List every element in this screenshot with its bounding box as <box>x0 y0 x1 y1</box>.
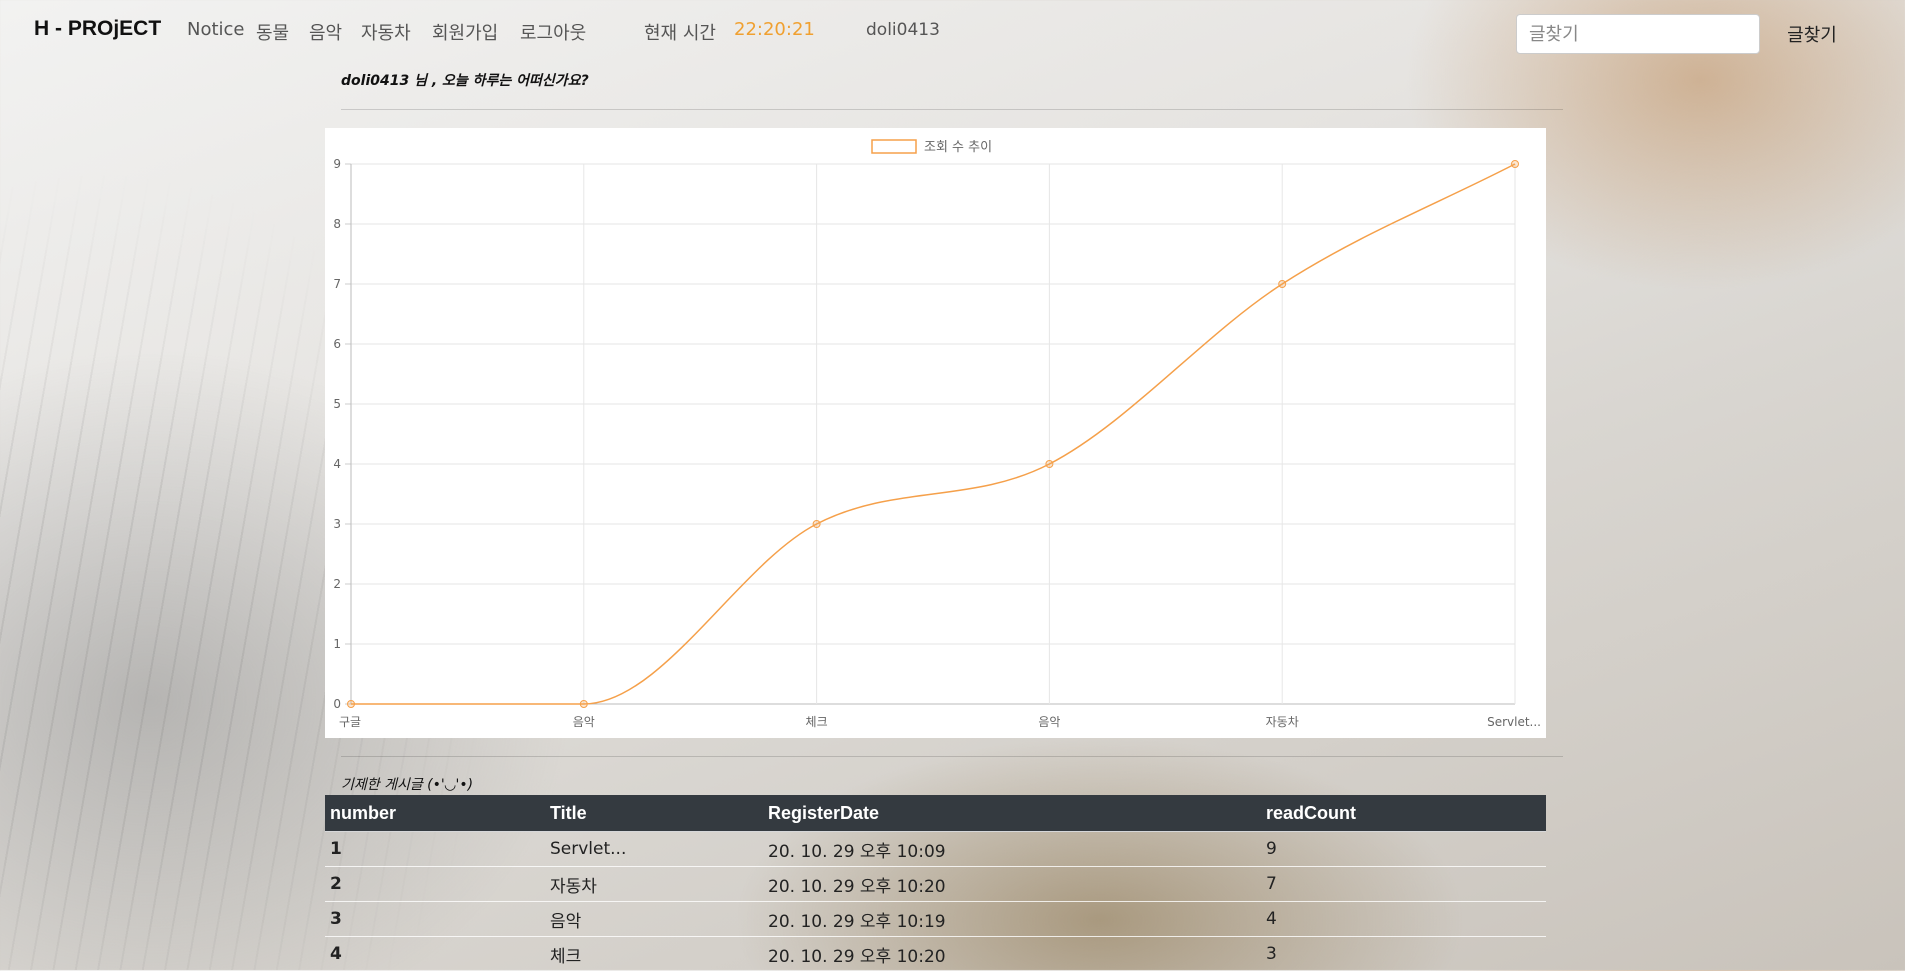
y-tick-label: 6 <box>333 337 341 351</box>
current-time-value: 22:20:21 <box>734 19 815 40</box>
cell-register-date: 20. 10. 29 오후 10:19 <box>763 902 1261 937</box>
cell-read-count: 9 <box>1261 832 1546 867</box>
y-tick-label: 4 <box>333 457 341 471</box>
cell-register-date: 20. 10. 29 오후 10:20 <box>763 937 1261 971</box>
x-tick-label: 음악 <box>1038 715 1060 729</box>
cell-title[interactable]: 음악 <box>545 902 763 937</box>
y-tick-label: 9 <box>333 157 341 171</box>
table-row[interactable]: 3 음악 20. 10. 29 오후 10:19 4 <box>325 902 1546 937</box>
greeting-text: doli0413 님 , 오늘 하루는 어떠신가요? <box>341 70 589 90</box>
x-tick-label: 자동차 <box>1266 715 1299 729</box>
x-tick-label: 체크 <box>806 715 828 729</box>
line-chart: 0 1 2 3 4 5 6 7 8 9 구글 음악 체크 음악 자동차 Servlet... 조회 수 추이 <box>325 128 1546 738</box>
table-row[interactable]: 4 체크 20. 10. 29 오후 10:20 3 <box>325 937 1546 971</box>
cell-number: 4 <box>325 937 545 971</box>
y-tick-label: 0 <box>333 697 341 711</box>
column-header-read-count: readCount <box>1261 795 1546 832</box>
cell-read-count: 4 <box>1261 902 1546 937</box>
column-header-title: Title <box>545 795 763 832</box>
nav-link-animal[interactable]: 동물 <box>256 19 289 45</box>
cell-register-date: 20. 10. 29 오후 10:09 <box>763 832 1261 867</box>
y-tick-label: 1 <box>333 637 341 651</box>
cell-register-date: 20. 10. 29 오후 10:20 <box>763 867 1261 902</box>
y-tick-label: 3 <box>333 517 341 531</box>
column-header-register-date: RegisterDate <box>763 795 1261 832</box>
search-input[interactable] <box>1516 14 1760 54</box>
column-header-number: number <box>325 795 545 832</box>
divider <box>341 109 1563 110</box>
legend-label: 조회 수 추이 <box>924 140 992 155</box>
y-tick-label: 5 <box>333 397 341 411</box>
cell-title[interactable]: 체크 <box>545 937 763 971</box>
brand-logo[interactable]: H - PROjECT <box>34 17 161 41</box>
nav-link-signup[interactable]: 회원가입 <box>432 19 498 45</box>
x-tick-label: 음악 <box>573 715 595 729</box>
data-point <box>1512 161 1519 168</box>
username: doli0413 <box>866 20 940 40</box>
table-row[interactable]: 1 Servlet... 20. 10. 29 오후 10:09 9 <box>325 832 1546 867</box>
nav-link-music[interactable]: 음악 <box>309 19 342 45</box>
cell-read-count: 3 <box>1261 937 1546 971</box>
data-point <box>813 521 820 528</box>
data-point <box>1279 281 1286 288</box>
data-point <box>348 701 355 708</box>
table-row[interactable]: 2 자동차 20. 10. 29 오후 10:20 7 <box>325 867 1546 902</box>
y-tick-label: 2 <box>333 577 341 591</box>
nav-link-car[interactable]: 자동차 <box>361 19 411 45</box>
posts-table: number Title RegisterDate readCount 1 Se… <box>325 795 1546 971</box>
x-tick-label: Servlet... <box>1487 715 1541 729</box>
search-button[interactable]: 글찾기 <box>1770 14 1854 54</box>
cell-number: 1 <box>325 832 545 867</box>
table-header-row: number Title RegisterDate readCount <box>325 795 1546 832</box>
current-time-label: 현재 시간 <box>644 19 716 45</box>
x-tick-label: 구글 <box>339 715 361 729</box>
cell-title[interactable]: 자동차 <box>545 867 763 902</box>
section-title: 기제한 게시글 (•'◡'•) <box>341 774 473 794</box>
nav-link-notice[interactable]: Notice <box>187 19 245 40</box>
nav-link-logout[interactable]: 로그아웃 <box>520 19 586 45</box>
navbar: H - PROjECT Notice 동물 음악 자동차 회원가입 로그아웃 현… <box>0 0 1905 64</box>
data-point <box>580 701 587 708</box>
cell-title[interactable]: Servlet... <box>545 832 763 867</box>
series-line <box>351 164 1515 704</box>
legend-swatch <box>872 140 916 153</box>
chart-container: 0 1 2 3 4 5 6 7 8 9 구글 음악 체크 음악 자동차 Servlet... 조회 수 추이 <box>325 128 1546 738</box>
cell-number: 3 <box>325 902 545 937</box>
cell-number: 2 <box>325 867 545 902</box>
data-point <box>1046 461 1053 468</box>
y-tick-label: 8 <box>333 217 341 231</box>
divider <box>341 756 1563 757</box>
cell-read-count: 7 <box>1261 867 1546 902</box>
y-tick-label: 7 <box>333 277 341 291</box>
